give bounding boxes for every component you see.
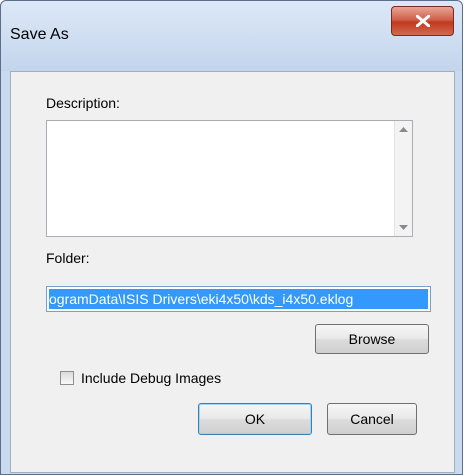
scroll-up-button[interactable] [395,121,412,138]
scroll-down-button[interactable] [395,219,412,236]
folder-label: Folder: [46,250,90,266]
include-debug-checkbox[interactable] [60,371,74,385]
folder-input-value: ogramData\ISIS Drivers\eki4x50\kds_i4x50… [49,289,428,309]
scroll-down-arrow-icon [399,225,408,230]
title-bar[interactable]: Save As [1,1,462,71]
description-label: Description: [46,95,120,111]
dialog-content: Description: Folder: ogramData\ISIS Driv… [10,71,455,473]
ok-button[interactable]: OK [198,403,312,435]
description-textarea[interactable] [46,120,413,237]
include-debug-label[interactable]: Include Debug Images [81,370,221,386]
window-title: Save As [10,26,69,43]
save-as-dialog: Save As Description: Folder: ogramData\I… [0,0,463,475]
close-icon [415,15,430,27]
close-button[interactable] [391,6,454,36]
browse-button[interactable]: Browse [315,324,429,354]
cancel-button[interactable]: Cancel [327,403,417,435]
folder-input[interactable]: ogramData\ISIS Drivers\eki4x50\kds_i4x50… [46,286,431,312]
description-scrollbar[interactable] [394,121,412,236]
scroll-up-arrow-icon [399,127,408,132]
